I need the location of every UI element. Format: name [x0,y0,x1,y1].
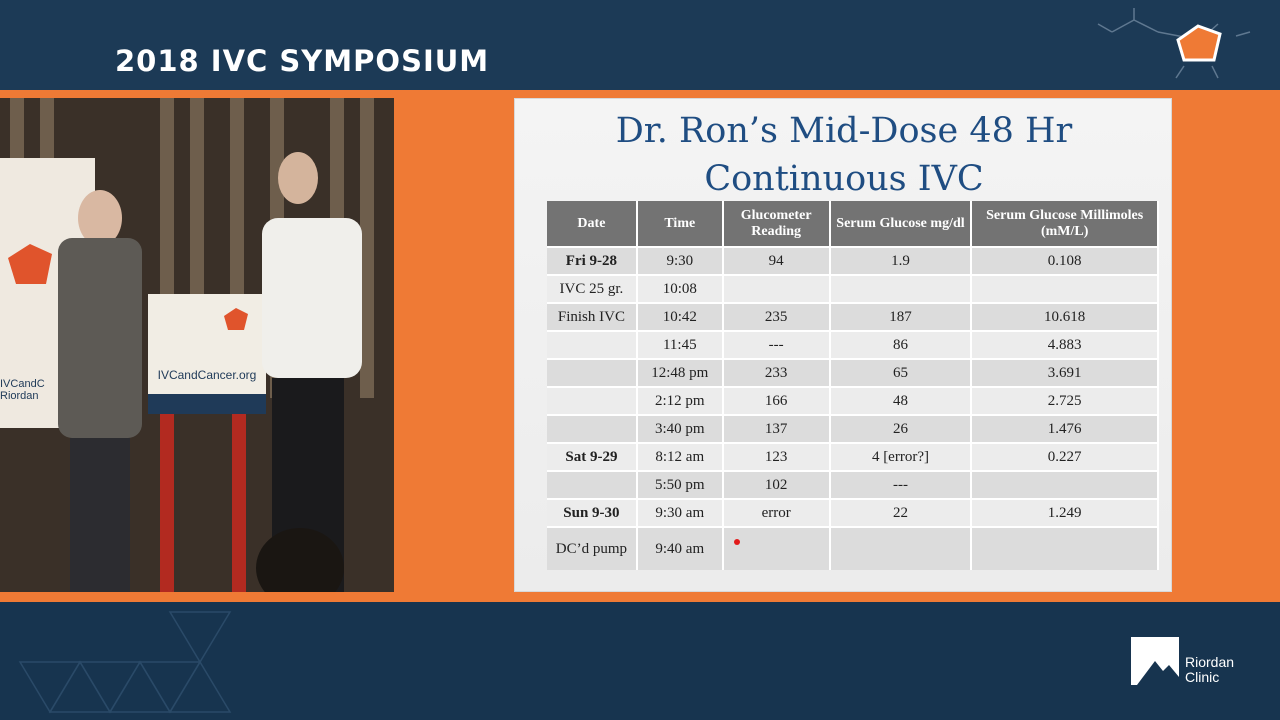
slide-title-line-2: Continuous IVC [704,159,984,199]
banner-text: IVCandCancer.org [157,368,257,382]
brand-name: Riordan Clinic [1185,655,1234,685]
table-cell-time: 9:40 am [636,526,724,570]
table-cell-date: IVC 25 gr. [547,274,638,303]
table-cell-glucometer: 137 [722,414,831,443]
brand-name-line-2: Clinic [1185,669,1220,685]
table-cell-serum-mgdl: 86 [829,330,973,359]
table-cell-glucometer: 166 [722,386,831,415]
table-cell-date [547,330,638,359]
table-cell-serum-mgdl: --- [829,470,973,499]
table-cell-time: 10:42 [636,302,724,331]
table-cell-serum-mm: 3.691 [971,358,1159,387]
table-cell-glucometer [722,526,831,570]
banner-side-line-1: IVCandC [0,378,45,390]
table-cell-serum-mgdl [829,274,973,303]
table-cell-serum-mm: 1.249 [971,498,1159,527]
table-cell-serum-mgdl: 1.9 [829,246,973,275]
table-cell-date [547,358,638,387]
table-cell-serum-mm: 1.476 [971,414,1159,443]
table-cell-time: 3:40 pm [636,414,724,443]
table-cell-date [547,470,638,499]
table-cell-time: 9:30 am [636,498,724,527]
riordan-logo-icon [1131,637,1179,685]
table-cell-glucometer: 123 [722,442,831,471]
table-cell-serum-mm [971,470,1159,499]
table-cell-serum-mgdl: 48 [829,386,973,415]
event-title: 2018 IVC SYMPOSIUM [115,44,490,78]
speaker-video: IVCandCancer.org IVCandC Riordan [0,98,394,592]
table-cell-serum-mgdl: 187 [829,302,973,331]
table-cell-time: 12:48 pm [636,358,724,387]
table-row: 5:50 pm 102 --- [547,470,1159,499]
triangle-pattern [18,611,232,714]
table-cell-serum-mgdl: 65 [829,358,973,387]
column-header: Serum Glucose Millimoles (mM/L) [971,201,1159,247]
table-row: IVC 25 gr. 10:08 [547,274,1159,303]
table-row: 2:12 pm 166 48 2.725 [547,386,1159,415]
table-cell-glucometer: 233 [722,358,831,387]
banner-side-text: IVCandC Riordan [0,378,45,402]
molecule-icon [1097,8,1251,79]
table-cell-serum-mm: 0.108 [971,246,1159,275]
column-header: Serum Glucose mg/dl [829,201,973,247]
presentation-slide: Dr. Ron’s Mid-Dose 48 Hr Continuous IVC … [514,98,1172,592]
column-header: Glucometer Reading [722,201,831,247]
table-cell-date [547,386,638,415]
table-row: Sun 9-30 9:30 am error 22 1.249 [547,498,1159,527]
column-header: Date [547,201,638,247]
table-header-row: Date Time Glucometer Reading Serum Gluco… [547,201,1159,247]
table-cell-serum-mgdl: 26 [829,414,973,443]
table-row: 3:40 pm 137 26 1.476 [547,414,1159,443]
table-cell-glucometer: 235 [722,302,831,331]
laser-pointer-dot [733,538,740,545]
banner-side-line-2: Riordan [0,390,39,402]
table-cell-serum-mgdl: 4 [error?] [829,442,973,471]
table-cell-time: 2:12 pm [636,386,724,415]
table-cell-date: Fri 9-28 [547,246,638,275]
table-cell-time: 9:30 [636,246,724,275]
table-row: Sat 9-29 8:12 am 123 4 [error?] 0.227 [547,442,1159,471]
table-row: 12:48 pm 233 65 3.691 [547,358,1159,387]
table-cell-serum-mgdl [829,526,973,570]
table-cell-serum-mm [971,274,1159,303]
table-cell-serum-mgdl: 22 [829,498,973,527]
table-row: 11:45 --- 86 4.883 [547,330,1159,359]
table-cell-serum-mm: 2.725 [971,386,1159,415]
slide-title: Dr. Ron’s Mid-Dose 48 Hr Continuous IVC [515,107,1173,203]
table-cell-time: 8:12 am [636,442,724,471]
table-cell-date: Sun 9-30 [547,498,638,527]
slide-title-line-1: Dr. Ron’s Mid-Dose 48 Hr [615,111,1073,151]
table-cell-glucometer [722,274,831,303]
table-cell-serum-mm [971,526,1159,570]
table-cell-date: Sat 9-29 [547,442,638,471]
table-row: Finish IVC 10:42 235 187 10.618 [547,302,1159,331]
table-cell-serum-mm: 0.227 [971,442,1159,471]
table-row: Fri 9-28 9:30 94 1.9 0.108 [547,246,1159,275]
table-cell-date [547,414,638,443]
table-cell-glucometer: --- [722,330,831,359]
table-row: DC’d pump 9:40 am [547,526,1159,570]
table-cell-date: Finish IVC [547,302,638,331]
table-cell-time: 11:45 [636,330,724,359]
brand-name-line-1: Riordan [1185,654,1235,670]
table-cell-time: 5:50 pm [636,470,724,499]
glucose-table: Date Time Glucometer Reading Serum Gluco… [547,201,1159,570]
table-cell-time: 10:08 [636,274,724,303]
table-cell-serum-mm: 10.618 [971,302,1159,331]
column-header: Time [636,201,724,247]
table-cell-serum-mm: 4.883 [971,330,1159,359]
table-cell-glucometer: error [722,498,831,527]
table-cell-glucometer: 102 [722,470,831,499]
table-cell-glucometer: 94 [722,246,831,275]
table-cell-date: DC’d pump [547,526,638,570]
